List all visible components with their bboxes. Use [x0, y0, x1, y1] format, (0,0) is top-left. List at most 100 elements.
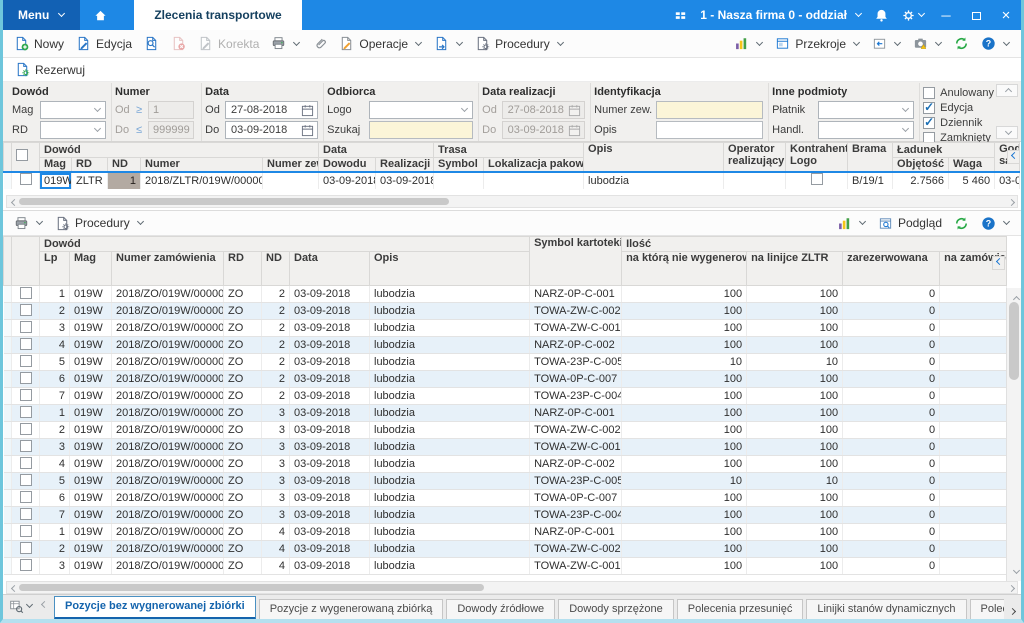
column-header-niewygenerowane[interactable]: na którą nie wygenerowano transportów: [622, 252, 747, 286]
column-header-na-linijce[interactable]: na linijce ZLTR: [747, 252, 843, 286]
tabs-scroll-right-button[interactable]: [1004, 612, 1019, 620]
row-checkbox[interactable]: [12, 490, 40, 507]
table-row[interactable]: 2019W2018/ZO/019W/000004ZO403-09-2018lub…: [4, 541, 1007, 558]
group-header-dowod[interactable]: Dowód: [40, 237, 530, 252]
select-all-checkbox[interactable]: [12, 143, 40, 172]
data-od-input[interactable]: 27-08-2018: [225, 101, 318, 119]
numer-od-input[interactable]: 1: [148, 101, 194, 119]
column-header-mag[interactable]: Mag: [70, 252, 112, 286]
column-header-waga[interactable]: Waga: [949, 158, 995, 172]
numer-do-input[interactable]: 999999: [148, 121, 194, 139]
row-checkbox[interactable]: [12, 320, 40, 337]
table-row[interactable]: 7019W2018/ZO/019W/000003ZO303-09-2018lub…: [4, 507, 1007, 524]
handl-combo[interactable]: [818, 121, 914, 139]
row-checkbox[interactable]: [12, 303, 40, 320]
column-header-mag[interactable]: Mag: [40, 158, 72, 172]
print-button[interactable]: [265, 33, 306, 54]
operations-button[interactable]: Operacje: [333, 33, 428, 54]
print-button-lower[interactable]: [8, 213, 49, 234]
szukaj-input[interactable]: [369, 121, 473, 139]
row-checkbox[interactable]: [12, 439, 40, 456]
table-row[interactable]: 2019W2018/ZO/019W/000003ZO303-09-2018lub…: [4, 422, 1007, 439]
data-do-input[interactable]: 03-09-2018: [225, 121, 318, 139]
table-row[interactable]: 1019W2018/ZO/019W/000003ZO303-09-2018lub…: [4, 405, 1007, 422]
column-header-objetosc[interactable]: Objętość: [893, 158, 949, 172]
calendar-icon[interactable]: [301, 124, 314, 137]
opis-input[interactable]: [656, 121, 763, 139]
table-row[interactable]: 1019W2018/ZO/019W/000004ZO403-09-2018lub…: [4, 524, 1007, 541]
restore-button[interactable]: [967, 8, 985, 23]
row-checkbox[interactable]: [12, 172, 40, 190]
bottom-tab-3[interactable]: Dowody sprzężone: [558, 599, 674, 620]
table-row[interactable]: 019W ZLTR 1 2018/ZLTR/019W/000001 03-09-…: [4, 172, 1020, 190]
edit-button[interactable]: Edycja: [70, 33, 138, 54]
column-header-numer[interactable]: Numer: [141, 158, 263, 172]
tab-zlecenia-transportowe[interactable]: Zlecenia transportowe: [134, 0, 301, 30]
column-header-kontrahent-logo[interactable]: KontrahentLogo: [786, 143, 848, 172]
column-header-nd[interactable]: ND: [262, 252, 290, 286]
refresh-button[interactable]: [948, 33, 975, 54]
column-header-rd[interactable]: RD: [72, 158, 108, 172]
table-row[interactable]: 3019W2018/ZO/019W/000003ZO303-09-2018lub…: [4, 439, 1007, 456]
column-header-operator[interactable]: Operatorrealizujący: [724, 143, 786, 172]
row-checkbox[interactable]: [12, 507, 40, 524]
minimize-button[interactable]: ─: [937, 8, 955, 23]
bottom-tab-6[interactable]: Polecenia kompletacji: [970, 599, 1005, 620]
home-button[interactable]: [80, 0, 120, 30]
mag-combo[interactable]: [40, 101, 106, 119]
table-row[interactable]: 6019W2018/ZO/019W/000002ZO203-09-2018lub…: [4, 371, 1007, 388]
bottom-tab-0[interactable]: Pozycje bez wygnerowanej zbiórki: [54, 596, 256, 620]
column-header-opis[interactable]: Opis: [370, 252, 530, 286]
column-header-brama[interactable]: Brama: [848, 143, 893, 172]
row-checkbox[interactable]: [12, 524, 40, 541]
chart-button-lower[interactable]: [831, 213, 872, 234]
transfer-button[interactable]: [428, 33, 469, 54]
column-header-nd[interactable]: ND: [108, 158, 141, 172]
column-header-numer-zew[interactable]: Numer zew.: [263, 158, 319, 172]
cell-mag[interactable]: 019W: [40, 172, 72, 190]
views-button[interactable]: Przekroje: [769, 33, 866, 54]
select-all-checkbox-lower[interactable]: [12, 237, 40, 286]
layout-search-button[interactable]: [9, 599, 33, 614]
settings-button[interactable]: [901, 8, 925, 23]
group-header-ilosc[interactable]: Ilość: [622, 237, 1007, 252]
logo-combo[interactable]: [369, 101, 473, 119]
rd-combo[interactable]: [40, 121, 106, 139]
lower-grid-vscrollbar[interactable]: [1006, 288, 1021, 581]
row-checkbox[interactable]: [12, 354, 40, 371]
delete-button[interactable]: [165, 33, 192, 54]
pane-toggle-button[interactable]: [866, 33, 907, 54]
row-checkbox[interactable]: [12, 286, 40, 303]
lower-grid-collapse-button[interactable]: [992, 256, 1005, 270]
kontrahent-logo-checkbox[interactable]: [786, 172, 848, 190]
column-header-lp[interactable]: Lp: [40, 252, 70, 286]
row-checkbox[interactable]: [12, 422, 40, 439]
row-checkbox[interactable]: [12, 541, 40, 558]
table-row[interactable]: 3019W2018/ZO/019W/000004ZO403-09-2018lub…: [4, 558, 1007, 575]
preview-button[interactable]: Podgląd: [872, 213, 948, 234]
column-header-symbol-kartoteki[interactable]: Symbol kartoteki: [530, 237, 622, 286]
column-header-numer-zamowienia[interactable]: Numer zamówienia: [112, 252, 224, 286]
column-header-lokalizacja[interactable]: Lokalizacja pakowania: [484, 158, 584, 172]
refresh-button-lower[interactable]: [948, 213, 975, 234]
row-checkbox[interactable]: [12, 371, 40, 388]
column-header-realizacji[interactable]: Realizacji: [376, 158, 434, 172]
hscroll-thumb[interactable]: [19, 198, 449, 205]
bottom-tab-2[interactable]: Dowody źródłowe: [446, 599, 555, 620]
group-header-dowod[interactable]: Dowód: [40, 143, 319, 158]
group-header-data[interactable]: Data: [319, 143, 434, 158]
apps-grid-icon[interactable]: [673, 8, 688, 23]
bottom-tab-1[interactable]: Pozycje z wygenerowaną zbiórką: [259, 599, 444, 620]
close-button[interactable]: ×: [997, 7, 1015, 24]
filter-scroll-down-button[interactable]: [996, 126, 1018, 139]
procedures-button-lower[interactable]: Procedury: [49, 213, 150, 234]
column-header-zarezerwowana[interactable]: zarezerwowana: [843, 252, 940, 286]
filter-scroll-up-button[interactable]: [996, 84, 1018, 97]
column-header-opis[interactable]: Opis: [584, 143, 724, 172]
row-checkbox[interactable]: [12, 558, 40, 575]
company-selector[interactable]: 1 - Nasza firma 0 - oddział: [700, 8, 862, 22]
numer-zew-input[interactable]: [656, 101, 763, 119]
row-checkbox[interactable]: [12, 473, 40, 490]
procedures-button[interactable]: Procedury: [469, 33, 570, 54]
table-row[interactable]: 5019W2018/ZO/019W/000003ZO303-09-2018lub…: [4, 473, 1007, 490]
